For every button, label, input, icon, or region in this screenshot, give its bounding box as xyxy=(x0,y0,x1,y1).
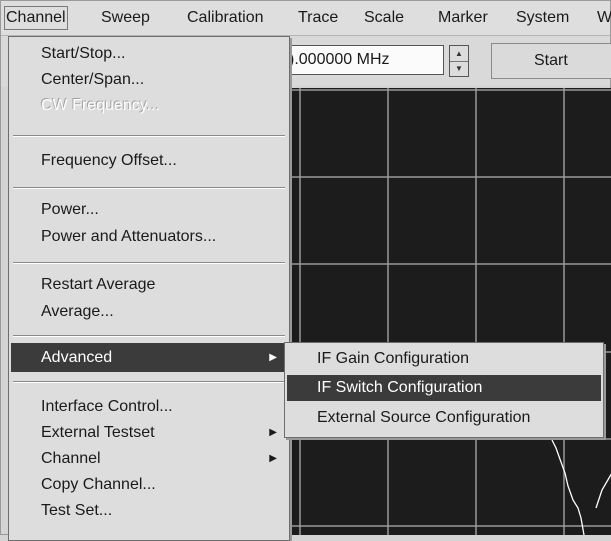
menu-item-cw-frequency: CW Frequency... xyxy=(41,97,160,114)
advanced-submenu: IF Gain Configuration IF Switch Configur… xyxy=(284,342,604,438)
menu-separator xyxy=(13,135,285,137)
menu-item-channel[interactable]: Channel ▶ xyxy=(11,446,287,472)
trace-line xyxy=(551,439,585,535)
menu-item-power[interactable]: Power... xyxy=(11,197,287,223)
menu-separator xyxy=(13,381,285,383)
menu-item-copy-channel[interactable]: Copy Channel... xyxy=(11,472,287,498)
menu-item-external-testset[interactable]: External Testset ▶ xyxy=(11,420,287,446)
frequency-spinner[interactable]: ▲ ▼ xyxy=(449,45,469,77)
submenu-item-if-gain-configuration[interactable]: IF Gain Configuration xyxy=(287,346,601,372)
menu-bar: Channel Sweep Calibration Trace Scale Ma… xyxy=(1,1,611,36)
menu-separator xyxy=(13,262,285,264)
menu-sweep[interactable]: Sweep xyxy=(101,6,150,30)
menu-separator xyxy=(13,335,285,337)
submenu-item-external-source-configuration[interactable]: External Source Configuration xyxy=(287,405,601,431)
start-button[interactable]: Start xyxy=(491,43,611,79)
frequency-input[interactable]: ).000000 MHz xyxy=(286,45,444,75)
channel-menu: Start/Stop... Center/Span... CW Frequenc… xyxy=(8,36,290,541)
menu-item-interface-control[interactable]: Interface Control... xyxy=(11,394,287,420)
menu-trace[interactable]: Trace xyxy=(298,6,338,30)
right-triangle-icon: ▶ xyxy=(269,453,277,464)
right-triangle-icon: ▶ xyxy=(269,352,277,363)
trace-plot xyxy=(276,88,611,535)
menu-marker[interactable]: Marker xyxy=(438,6,488,30)
menu-system[interactable]: System xyxy=(516,6,569,30)
menu-item-advanced-label: Advanced xyxy=(41,349,113,366)
menu-channel[interactable]: Channel xyxy=(4,6,68,30)
menu-item-restart-average[interactable]: Restart Average xyxy=(11,272,287,298)
menu-item-center-span[interactable]: Center/Span... xyxy=(11,67,287,93)
right-triangle-icon: ▶ xyxy=(269,427,277,438)
menu-separator xyxy=(13,187,285,189)
menu-window[interactable]: W xyxy=(597,6,611,30)
menu-item-start-stop[interactable]: Start/Stop... xyxy=(11,41,287,67)
up-triangle-icon[interactable]: ▲ xyxy=(450,46,468,62)
submenu-item-if-switch-configuration[interactable]: IF Switch Configuration xyxy=(287,375,601,401)
menu-item-test-set[interactable]: Test Set... xyxy=(11,498,287,524)
menu-item-advanced[interactable]: Advanced ▶ xyxy=(11,343,287,372)
down-triangle-icon[interactable]: ▼ xyxy=(450,61,468,76)
menu-item-average[interactable]: Average... xyxy=(11,299,287,325)
menu-calibration[interactable]: Calibration xyxy=(187,6,263,30)
plot-grid xyxy=(276,88,611,535)
menu-item-external-testset-label: External Testset xyxy=(41,424,155,441)
menu-item-power-and-attenuators[interactable]: Power and Attenuators... xyxy=(11,224,287,250)
menu-scale[interactable]: Scale xyxy=(364,6,404,30)
menu-item-channel-label: Channel xyxy=(41,450,101,467)
menu-item-frequency-offset[interactable]: Frequency Offset... xyxy=(11,148,287,174)
